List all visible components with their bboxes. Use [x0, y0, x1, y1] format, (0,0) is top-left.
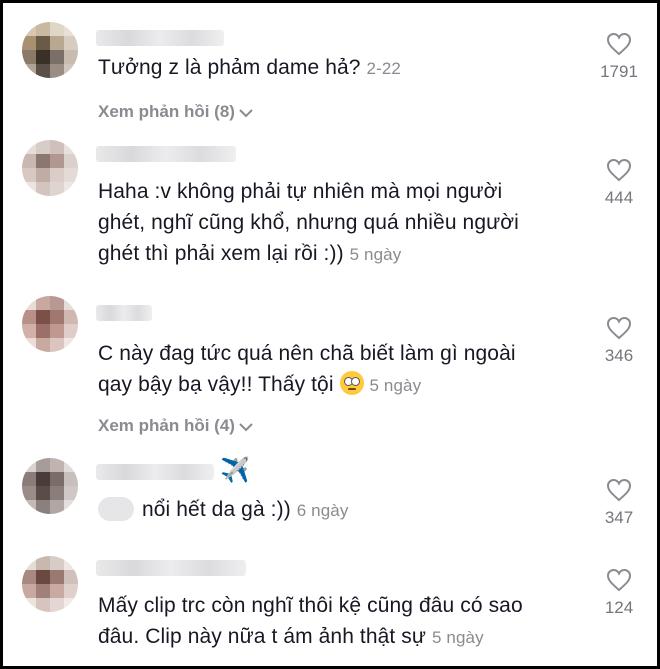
like-button[interactable]: 1791	[590, 32, 648, 82]
like-button[interactable]: 346	[590, 316, 648, 366]
like-button[interactable]: 347	[590, 478, 648, 528]
face-with-rolling-eyes-icon	[339, 371, 364, 395]
avatar[interactable]	[22, 296, 78, 352]
avatar[interactable]	[22, 140, 78, 196]
comment-date: 2-22	[366, 59, 401, 78]
comment-date: 5 ngày	[349, 245, 402, 264]
like-button[interactable]: 124	[590, 568, 648, 618]
heart-outline-icon	[606, 32, 632, 56]
like-count: 1791	[600, 62, 638, 81]
avatar[interactable]	[22, 22, 78, 78]
comment-text: Haha :v không phải tự nhiên mà mọi người…	[98, 180, 519, 265]
like-button[interactable]: 444	[590, 158, 648, 208]
heart-outline-icon	[606, 316, 632, 340]
heart-outline-icon	[606, 478, 632, 502]
username-blurred[interactable]	[96, 560, 246, 576]
username-blurred[interactable]	[96, 146, 236, 162]
comment-text: C này đag tức quá nên chã biết làm gì ng…	[98, 342, 516, 396]
like-count: 346	[604, 346, 634, 365]
username-blurred[interactable]	[96, 464, 214, 480]
view-replies-link[interactable]: Xem phản hồi (8)	[98, 102, 255, 122]
comment-date: 5 ngày	[432, 628, 484, 647]
comment-date: 5 ngày	[369, 376, 422, 395]
chevron-down-icon	[239, 108, 253, 117]
like-count: 124	[604, 598, 634, 617]
like-count: 444	[604, 188, 634, 207]
chevron-down-icon	[239, 422, 253, 431]
mention-blurred	[98, 497, 134, 521]
username-blurred[interactable]	[96, 30, 224, 46]
heart-outline-icon	[606, 158, 632, 182]
comment-text: nổi hết da gà :)) 6 ngày	[98, 494, 578, 526]
comment-text: Mấy clip trc còn nghĩ thôi kệ cũng đâu c…	[98, 594, 523, 648]
heart-outline-icon	[606, 568, 632, 592]
avatar[interactable]	[22, 556, 78, 612]
avatar[interactable]	[22, 458, 78, 514]
comment-date: 6 ngày	[296, 501, 349, 520]
comment-text: Tưởng z là phảm dame hả? 2-22	[98, 56, 401, 79]
view-replies-link[interactable]: Xem phản hồi (4)	[98, 416, 255, 436]
airplane-icon: ✈️	[220, 457, 250, 484]
like-count: 347	[604, 508, 634, 527]
username-blurred[interactable]	[96, 305, 152, 321]
